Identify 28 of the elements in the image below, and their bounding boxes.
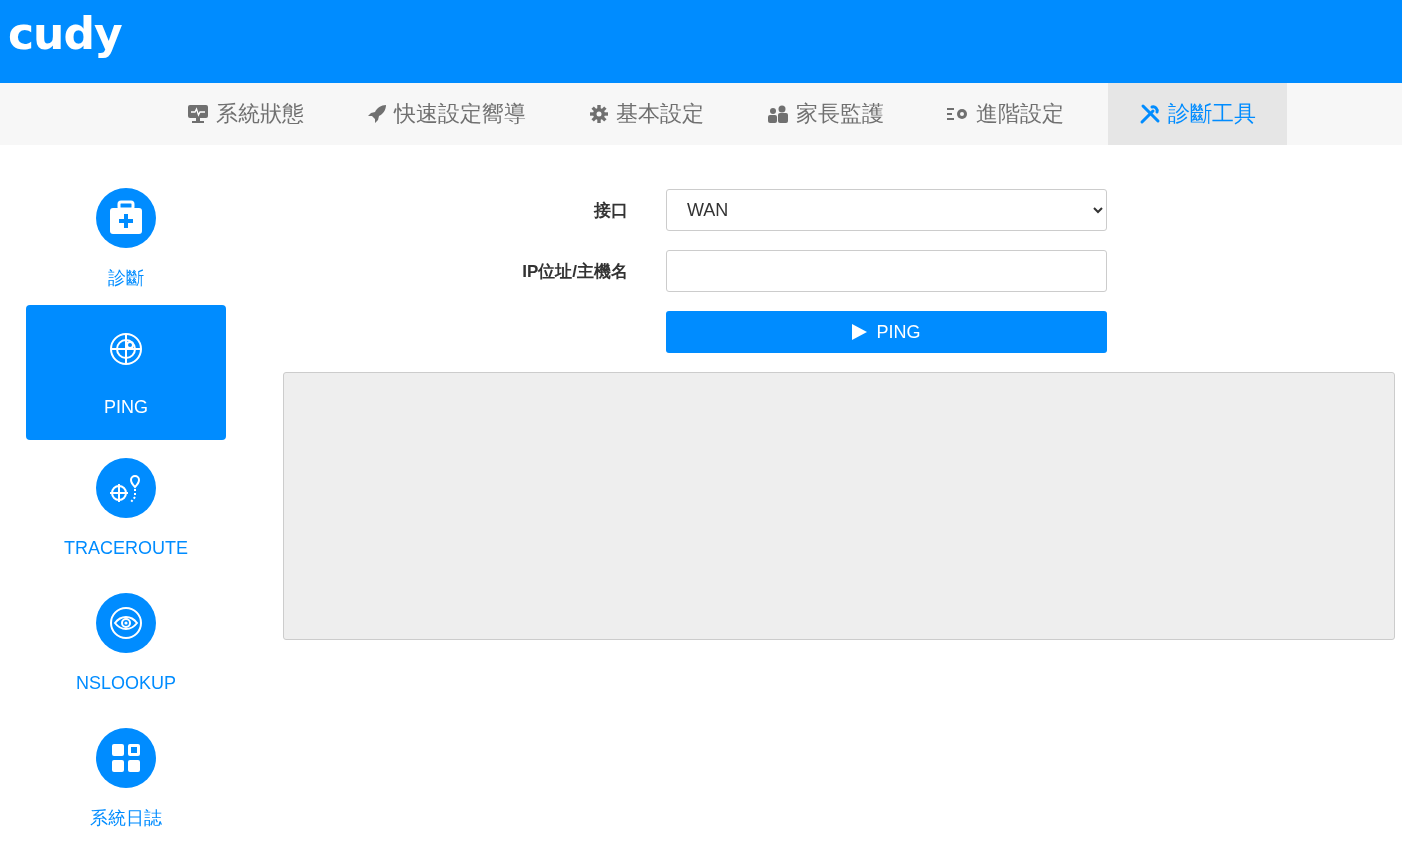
rocket-icon bbox=[367, 104, 387, 124]
nav-tab[interactable]: 進階設定 bbox=[928, 83, 1083, 145]
eye-icon bbox=[109, 605, 143, 640]
host-input-field[interactable] bbox=[666, 250, 1107, 292]
sidebar-item[interactable]: 系統日誌 bbox=[26, 710, 226, 842]
people-icon bbox=[767, 105, 789, 123]
monitor-icon bbox=[187, 104, 209, 124]
ping-button[interactable]: PING bbox=[666, 311, 1107, 353]
grid-icon bbox=[111, 742, 141, 773]
first-aid-kit-icon bbox=[108, 199, 144, 236]
target-icon bbox=[109, 331, 143, 366]
nav-tab[interactable]: 家長監護 bbox=[748, 83, 903, 145]
gear-icon bbox=[589, 104, 609, 124]
nav-tab[interactable]: 快速設定嚮導 bbox=[348, 83, 545, 145]
nav-tab[interactable]: 系統狀態 bbox=[168, 83, 323, 145]
field-label: IP位址/主機名 bbox=[521, 260, 628, 283]
list-gear-icon bbox=[947, 106, 969, 122]
sidebar-item[interactable]: TRACEROUTE bbox=[26, 440, 226, 575]
interface-select[interactable]: WAN bbox=[666, 189, 1107, 231]
field-label: 接口 bbox=[592, 199, 628, 222]
sidebar-item[interactable]: NSLOOKUP bbox=[26, 575, 226, 710]
nav-tab[interactable]: 基本設定 bbox=[570, 83, 723, 145]
logo: cudy bbox=[8, 8, 122, 60]
sidebar-item[interactable]: PING bbox=[26, 305, 226, 440]
tools-icon bbox=[1139, 103, 1161, 125]
nav-tab[interactable]: 診斷工具 bbox=[1108, 83, 1287, 145]
play-icon bbox=[852, 324, 868, 340]
sidebar-item[interactable]: 診斷 bbox=[26, 170, 226, 305]
